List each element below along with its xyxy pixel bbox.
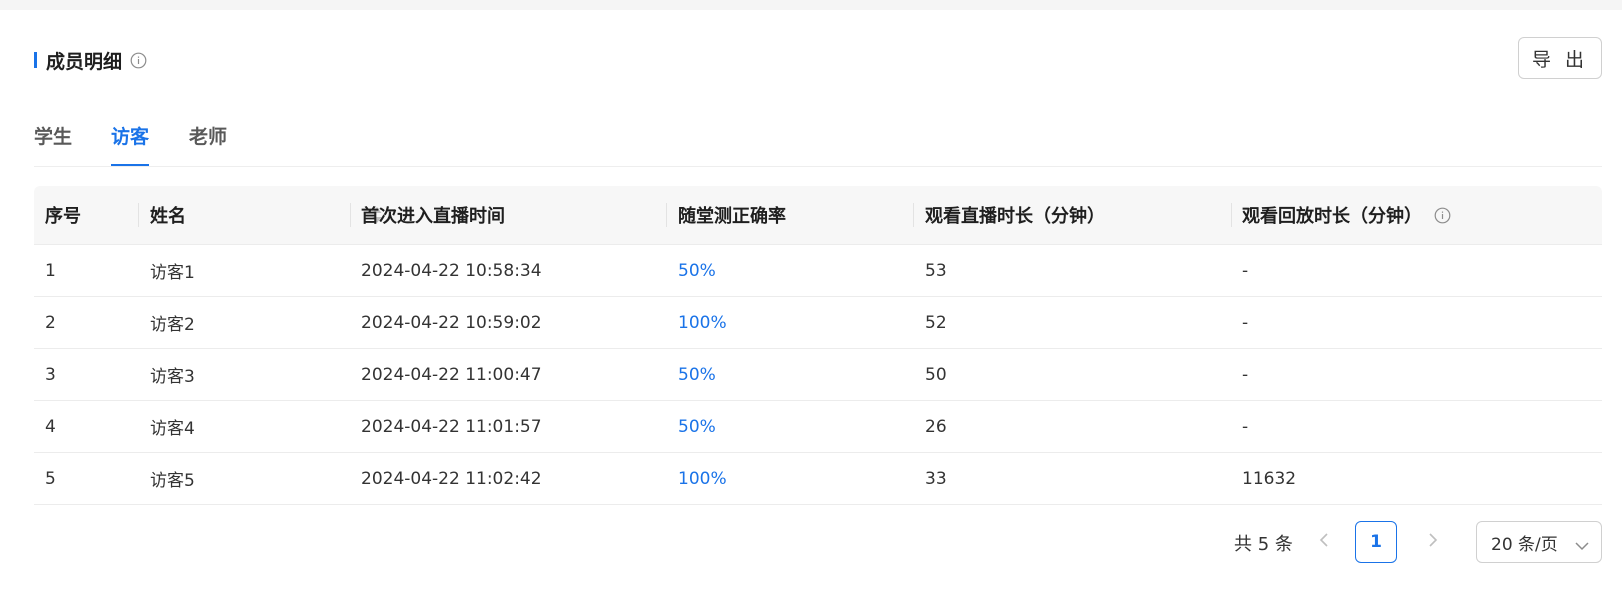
cell-index: 5 — [45, 468, 56, 489]
cell-name: 访客2 — [150, 315, 195, 335]
export-button[interactable]: 导 出 — [1518, 37, 1602, 79]
info-icon[interactable] — [1434, 207, 1451, 224]
table-row: 4 访客4 2024-04-22 11:01:57 50% 26 - — [34, 401, 1602, 453]
cell-replay-minutes: - — [1242, 312, 1249, 333]
cell-name: 访客4 — [150, 419, 195, 439]
chevron-down-icon — [1575, 536, 1589, 556]
cell-first-entry: 2024-04-22 11:01:57 — [361, 416, 542, 437]
member-table: 序号 姓名 首次进入直播时间 随堂测正确率 观看直播时长（分钟） 观看回放时长（… — [34, 186, 1602, 505]
table-row: 2 访客2 2024-04-22 10:59:02 100% 52 - — [34, 297, 1602, 349]
member-type-tabs: 学生 访客 老师 — [34, 112, 1602, 167]
cell-replay-minutes: - — [1242, 416, 1249, 437]
cell-accuracy-link[interactable]: 50% — [667, 401, 716, 452]
cell-live-minutes: 53 — [925, 260, 947, 281]
cell-index: 2 — [45, 312, 56, 333]
cell-first-entry: 2024-04-22 11:02:42 — [361, 468, 542, 489]
cell-accuracy-link[interactable]: 100% — [667, 297, 727, 348]
table-row: 3 访客3 2024-04-22 11:00:47 50% 50 - — [34, 349, 1602, 401]
cell-first-entry: 2024-04-22 10:58:34 — [361, 260, 542, 281]
cell-replay-minutes: 11632 — [1242, 468, 1297, 489]
cell-name: 访客3 — [150, 367, 195, 387]
column-header-index: 序号 — [45, 206, 81, 227]
chevron-left-icon[interactable] — [1311, 527, 1337, 553]
cell-live-minutes: 52 — [925, 312, 947, 333]
column-header-replay-minutes: 观看回放时长（分钟） — [1231, 186, 1451, 244]
page-title: 成员明细 — [46, 50, 123, 73]
cell-live-minutes: 33 — [925, 468, 947, 489]
cell-accuracy-link[interactable]: 100% — [667, 453, 727, 504]
cell-replay-minutes: - — [1242, 260, 1249, 281]
cell-live-minutes: 50 — [925, 364, 947, 385]
column-header-accuracy: 随堂测正确率 — [678, 206, 786, 227]
cell-name: 访客1 — [150, 263, 195, 283]
column-header-first-entry: 首次进入直播时间 — [361, 206, 505, 227]
cell-first-entry: 2024-04-22 10:59:02 — [361, 312, 542, 333]
page-button-current[interactable]: 1 — [1355, 521, 1397, 563]
page-size-value: 20 条/页 — [1491, 534, 1558, 555]
title-accent-bar — [34, 52, 37, 68]
cell-index: 1 — [45, 260, 56, 281]
page-size-select[interactable]: 20 条/页 — [1476, 521, 1602, 563]
chevron-right-icon[interactable] — [1420, 527, 1446, 553]
tab-students[interactable]: 学生 — [34, 112, 72, 164]
cell-replay-minutes: - — [1242, 364, 1249, 385]
table-header: 序号 姓名 首次进入直播时间 随堂测正确率 观看直播时长（分钟） 观看回放时长（… — [34, 186, 1602, 245]
tab-teachers[interactable]: 老师 — [189, 112, 227, 164]
cell-first-entry: 2024-04-22 11:00:47 — [361, 364, 542, 385]
table-row: 5 访客5 2024-04-22 11:02:42 100% 33 11632 — [34, 453, 1602, 505]
column-header-replay-label: 观看回放时长（分钟） — [1242, 206, 1422, 227]
pagination-total: 共 5 条 — [1234, 534, 1293, 555]
cell-name: 访客5 — [150, 471, 195, 491]
column-header-live-minutes: 观看直播时长（分钟） — [925, 206, 1105, 227]
cell-index: 3 — [45, 364, 56, 385]
cell-index: 4 — [45, 416, 56, 437]
column-header-name[interactable]: 姓名 — [139, 186, 186, 244]
section-header: 成员明细 — [34, 48, 147, 73]
table-row: 1 访客1 2024-04-22 10:58:34 50% 53 - — [34, 245, 1602, 297]
cell-accuracy-link[interactable]: 50% — [667, 349, 716, 400]
tab-visitors[interactable]: 访客 — [111, 112, 150, 166]
cell-live-minutes: 26 — [925, 416, 947, 437]
info-icon[interactable] — [130, 52, 147, 69]
cell-accuracy-link[interactable]: 50% — [667, 245, 716, 296]
